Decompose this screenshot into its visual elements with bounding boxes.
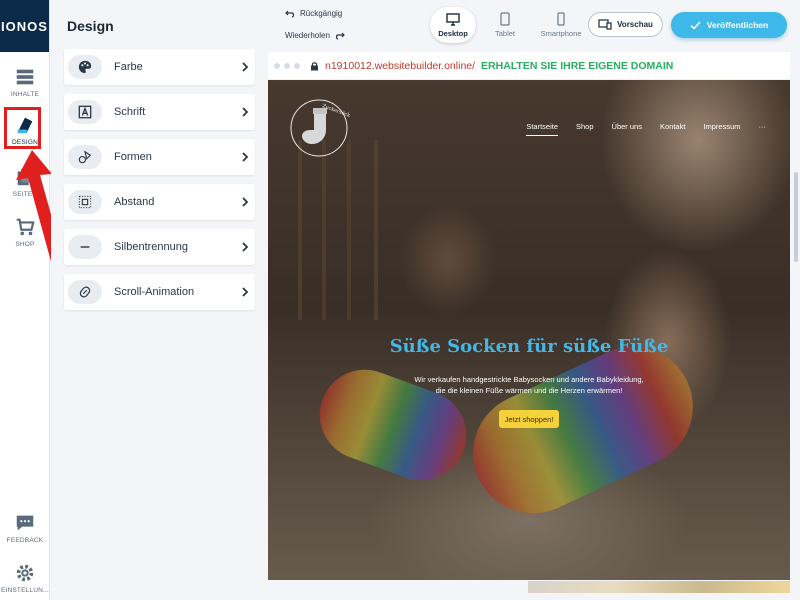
font-icon: [78, 105, 92, 119]
chevron-right-icon: [242, 152, 249, 162]
content-layout-icon: [16, 69, 34, 85]
panel-item-label: Schrift: [114, 106, 146, 118]
window-dots: [274, 62, 300, 69]
top-toolbar: Rückgängig Wiederholen Desktop Tablet Sm…: [265, 0, 800, 50]
ionos-logo: IONOS: [0, 0, 49, 52]
rail-item-label: FEEDBACK: [6, 537, 44, 544]
device-label: Desktop: [438, 29, 468, 38]
get-domain-link[interactable]: ERHALTEN SIE IHRE EIGENE DOMAIN: [481, 60, 673, 72]
design-panel: Design Farbe Schrift Formen Abstand Silb…: [51, 0, 265, 600]
next-section-preview: [528, 581, 790, 593]
lock-icon: [311, 61, 318, 70]
nav-item-impressum[interactable]: Impressum: [703, 122, 740, 136]
rail-item-label: INHALTE: [10, 91, 40, 98]
rail-item-feedback[interactable]: FEEDBACK: [0, 508, 50, 552]
publish-button[interactable]: Veröffentlichen: [671, 12, 787, 38]
shop-now-button[interactable]: Jetzt shoppen!: [499, 410, 559, 428]
palette-icon: [78, 60, 92, 74]
undo-label: Rückgängig: [300, 9, 343, 18]
tablet-icon: [500, 12, 510, 26]
nav-item-startseite[interactable]: Startseite: [526, 122, 558, 136]
left-rail: IONOS INHALTE DESIGN SEITEN SHOP FEEDBAC…: [0, 0, 50, 600]
chevron-right-icon: [242, 107, 249, 117]
smartphone-icon: [557, 12, 565, 26]
address-bar: n1910012.websitebuilder.online/ ERHALTEN…: [268, 52, 790, 80]
scrollbar[interactable]: [792, 52, 800, 580]
nav-item-shop[interactable]: Shop: [576, 122, 594, 136]
panel-item-label: Farbe: [114, 61, 143, 73]
chevron-right-icon: [242, 287, 249, 297]
rail-item-inhalte[interactable]: INHALTE: [0, 62, 50, 106]
panel-item-formen[interactable]: Formen: [64, 139, 255, 175]
chat-icon: [16, 515, 34, 531]
spacing-icon: [78, 195, 92, 209]
hero-section[interactable]: Zuckersöckchen Startseite Shop Über uns …: [268, 80, 790, 580]
preview-label: Vorschau: [617, 20, 653, 29]
chevron-right-icon: [242, 197, 249, 207]
gear-icon: [16, 564, 34, 582]
nav-more-icon[interactable]: ···: [759, 122, 767, 136]
rail-item-label: EINSTELLUN...: [0, 587, 50, 594]
preview-button[interactable]: Vorschau: [588, 12, 663, 37]
chevron-right-icon: [242, 242, 249, 252]
device-label: Smartphone: [540, 29, 582, 38]
website-preview: n1910012.websitebuilder.online/ ERHALTEN…: [268, 52, 790, 580]
nav-item-kontakt[interactable]: Kontakt: [660, 122, 685, 136]
hero-subtitle: Wir verkaufen handgestrickte Babysocken …: [388, 374, 670, 396]
device-smartphone-button[interactable]: Smartphone: [535, 7, 587, 43]
shapes-icon: [78, 150, 92, 164]
panel-item-farbe[interactable]: Farbe: [64, 49, 255, 85]
animation-icon: [79, 286, 91, 298]
desktop-icon: [446, 13, 460, 26]
device-label: Tablet: [494, 29, 515, 38]
chevron-right-icon: [242, 62, 249, 72]
preview-devices-icon: [598, 19, 612, 30]
hero-subtitle-line: Wir verkaufen handgestrickte Babysocken …: [414, 375, 644, 384]
panel-item-abstand[interactable]: Abstand: [64, 184, 255, 220]
site-logo-sock-icon[interactable]: Zuckersöckchen: [288, 94, 350, 162]
panel-item-schrift[interactable]: Schrift: [64, 94, 255, 130]
publish-label: Veröffentlichen: [706, 20, 769, 30]
site-nav: Startseite Shop Über uns Kontakt Impress…: [526, 122, 766, 136]
panel-item-silbentrennung[interactable]: Silbentrennung: [64, 229, 255, 265]
check-icon: [690, 20, 701, 30]
panel-title: Design: [67, 18, 114, 34]
undo-button[interactable]: Rückgängig: [285, 9, 342, 18]
panel-item-scroll-animation[interactable]: Scroll-Animation: [64, 274, 255, 310]
redo-icon: [335, 32, 345, 40]
redo-label: Wiederholen: [285, 31, 330, 40]
undo-icon: [285, 10, 295, 18]
site-url: n1910012.websitebuilder.online/: [325, 59, 476, 72]
panel-item-label: Silbentrennung: [114, 241, 189, 253]
nav-item-ueber-uns[interactable]: Über uns: [612, 122, 642, 136]
redo-button[interactable]: Wiederholen: [285, 31, 345, 40]
device-tablet-button[interactable]: Tablet: [487, 7, 523, 43]
device-desktop-button[interactable]: Desktop: [430, 7, 476, 43]
panel-item-label: Formen: [114, 151, 152, 163]
hyphen-icon: [80, 246, 90, 248]
hero-title: Süße Socken für süße Füße: [389, 336, 669, 357]
rail-item-settings[interactable]: EINSTELLUN...: [0, 558, 50, 600]
panel-item-label: Abstand: [114, 196, 155, 208]
panel-item-label: Scroll-Animation: [114, 286, 195, 298]
hero-subtitle-line: die die kleinen Füße wärmen und die Herz…: [435, 386, 623, 395]
